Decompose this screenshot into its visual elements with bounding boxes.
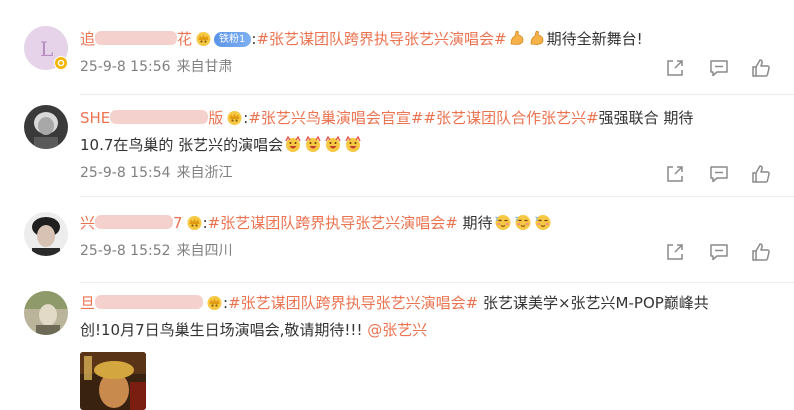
emoji-list bbox=[507, 30, 547, 48]
comment-meta: 25-9-8 15:52 来自四川 bbox=[80, 241, 233, 261]
thumbs-up-icon bbox=[752, 59, 770, 77]
timestamp: 25-9-8 15:56 bbox=[80, 59, 171, 75]
thumbs-up-icon bbox=[752, 243, 770, 261]
share-icon bbox=[667, 60, 683, 76]
blushing-face-icon bbox=[514, 215, 531, 230]
reply-button[interactable] bbox=[708, 57, 730, 79]
username[interactable]: 兴7 bbox=[80, 214, 183, 232]
comment-body: 旦:#张艺谋团队跨界执导张艺兴演唱会# 张艺谋美学×张艺兴M-POP巅峰共 创!1… bbox=[80, 290, 780, 344]
avatar[interactable] bbox=[24, 291, 68, 335]
comment-meta: 25-9-8 15:56 来自甘肃 bbox=[80, 57, 233, 77]
attached-image[interactable] bbox=[80, 352, 146, 410]
avatar[interactable] bbox=[24, 105, 68, 149]
comment-body: 追花铁粉1:#张艺谋团队跨界执导张艺兴演唱会# 期待全新舞台! bbox=[80, 26, 780, 53]
crown-icon bbox=[187, 216, 202, 230]
flex-arm-icon bbox=[530, 30, 544, 45]
svg-text:L: L bbox=[40, 37, 53, 61]
location: 来自甘肃 bbox=[176, 59, 233, 75]
mention-link[interactable]: @张艺兴 bbox=[367, 321, 427, 339]
cheer-face-icon bbox=[325, 135, 341, 152]
like-button[interactable] bbox=[750, 241, 772, 263]
share-button[interactable] bbox=[664, 57, 686, 79]
verified-badge-icon bbox=[54, 56, 68, 70]
share-icon bbox=[667, 244, 683, 260]
comment-icon bbox=[710, 166, 728, 183]
comment-item: SHE 版:#张艺兴鸟巢演唱会官宣##张艺谋团队合作张艺兴#强强联合 期待 10.7… bbox=[0, 95, 794, 197]
username[interactable]: 追花 bbox=[80, 30, 192, 48]
fan-badge: 铁粉1 bbox=[214, 32, 252, 47]
comment-text: 10.7在鸟巢的 张艺兴的演唱会 bbox=[80, 136, 284, 154]
share-button[interactable] bbox=[664, 241, 686, 263]
action-bar bbox=[664, 241, 776, 263]
blushing-face-icon bbox=[494, 215, 511, 230]
comment-text: 张艺谋美学×张艺兴M-POP巅峰共 bbox=[478, 294, 709, 312]
comment-text: 强强联合 期待 bbox=[598, 109, 694, 127]
username[interactable]: 旦 bbox=[80, 294, 204, 312]
comment-item: 旦:#张艺谋团队跨界执导张艺兴演唱会# 张艺谋美学×张艺兴M-POP巅峰共 创!1… bbox=[0, 283, 794, 410]
topic-tag[interactable]: #张艺谋团队跨界执导张艺兴演唱会# bbox=[228, 294, 478, 312]
cheer-face-icon bbox=[285, 135, 301, 152]
comment-item: L 追花铁粉1:#张艺谋团队跨界执导张艺兴演唱会# 期待全新舞台! 25-9-8 … bbox=[0, 0, 794, 95]
username[interactable]: SHE 版 bbox=[80, 109, 223, 127]
thumbs-up-icon bbox=[752, 165, 770, 183]
comment-body: 兴 7:#张艺谋团队跨界执导张艺兴演唱会# 期待 bbox=[80, 210, 780, 237]
comment-text: 创!10月7日鸟巢生日场演唱会,敬请期待!!! bbox=[80, 321, 368, 339]
share-button[interactable] bbox=[664, 163, 686, 185]
comment-item: 兴 7:#张艺谋团队跨界执导张艺兴演唱会# 期待 25-9-8 15:52 来自四川 bbox=[0, 196, 794, 283]
blushing-face-icon bbox=[534, 215, 551, 230]
timestamp: 25-9-8 15:52 bbox=[80, 243, 171, 259]
reply-button[interactable] bbox=[708, 241, 730, 263]
comment-icon bbox=[710, 60, 728, 77]
action-bar bbox=[664, 163, 776, 185]
emoji-list bbox=[493, 214, 553, 232]
comment-text: 期待全新舞台! bbox=[546, 30, 643, 48]
topic-tag[interactable]: #张艺兴鸟巢演唱会官宣# bbox=[248, 109, 423, 127]
topic-tag[interactable]: #张艺谋团队跨界执导张艺兴演唱会# bbox=[208, 214, 458, 232]
share-icon bbox=[667, 166, 683, 182]
flex-arm-icon bbox=[510, 30, 524, 45]
comment-icon bbox=[710, 244, 728, 261]
reply-button[interactable] bbox=[708, 163, 730, 185]
like-button[interactable] bbox=[750, 57, 772, 79]
location: 来自四川 bbox=[176, 243, 233, 259]
cheer-face-icon bbox=[345, 135, 361, 152]
location: 来自浙江 bbox=[176, 165, 233, 181]
emoji-list bbox=[283, 135, 363, 154]
crown-icon bbox=[196, 32, 211, 46]
avatar[interactable] bbox=[24, 212, 68, 256]
cheer-face-icon bbox=[305, 135, 321, 152]
comment-body: SHE 版:#张艺兴鸟巢演唱会官宣##张艺谋团队合作张艺兴#强强联合 期待 10.7… bbox=[80, 105, 780, 159]
crown-icon bbox=[227, 111, 242, 125]
timestamp: 25-9-8 15:54 bbox=[80, 165, 171, 181]
like-button[interactable] bbox=[750, 163, 772, 185]
topic-tag[interactable]: #张艺谋团队合作张艺兴# bbox=[424, 109, 599, 127]
topic-tag[interactable]: #张艺谋团队跨界执导张艺兴演唱会# bbox=[256, 30, 506, 48]
comment-meta: 25-9-8 15:54 来自浙江 bbox=[80, 163, 233, 183]
crown-icon bbox=[207, 296, 222, 310]
action-bar bbox=[664, 57, 776, 79]
comment-text: 期待 bbox=[457, 214, 493, 232]
